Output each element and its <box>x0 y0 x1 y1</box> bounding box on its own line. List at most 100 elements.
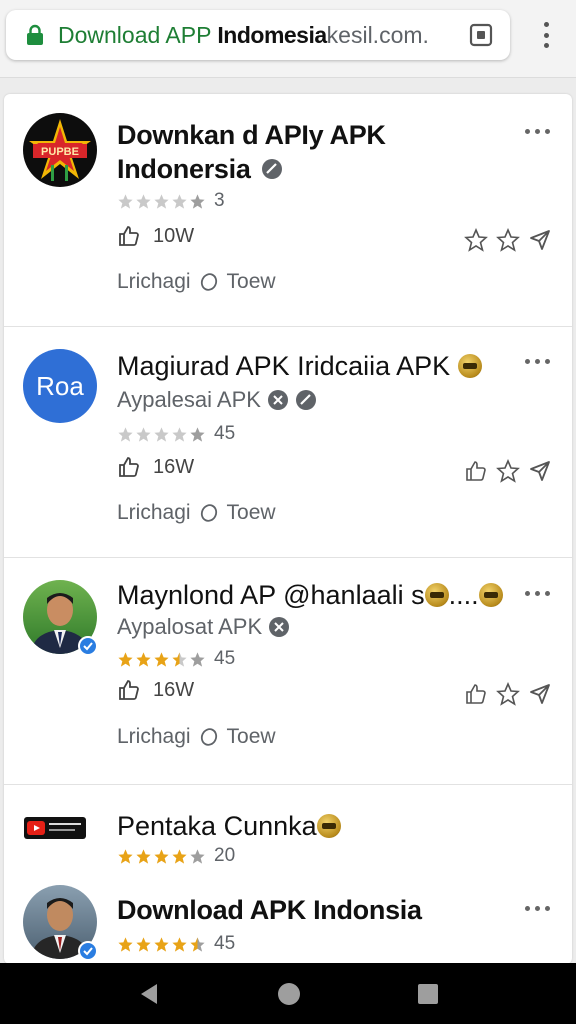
rating-star-icon <box>154 426 169 442</box>
rating-star-icon <box>190 848 205 864</box>
rating-star-icon <box>136 426 151 442</box>
url-text[interactable]: Download APP Indomesiakesil.com. <box>58 22 460 49</box>
comment-icon[interactable] <box>199 272 219 292</box>
like-icon[interactable] <box>117 224 141 248</box>
item-title-line2-text: Indonersia <box>117 154 251 184</box>
rating-star-icon <box>172 848 187 864</box>
meta-row: Lrichagi Toew <box>117 270 276 294</box>
rating-count: 45 <box>214 933 236 954</box>
thumbs-up-outline-icon[interactable] <box>464 682 488 706</box>
rating-star-icon <box>136 936 151 952</box>
rating-star-icon <box>190 651 205 667</box>
list-item[interactable]: Download APK Indonsia 45 <box>4 871 572 964</box>
meta-left: Lrichagi <box>117 270 191 293</box>
list-item[interactable]: Roa Magiurad APK Iridcaiia APK Aypalesai… <box>4 327 572 558</box>
action-icons <box>464 459 552 483</box>
rating-star-icon <box>154 936 169 952</box>
rating-star-icon <box>190 193 205 209</box>
star-outline-icon[interactable] <box>496 682 520 706</box>
verified-icon <box>269 617 290 637</box>
list-item[interactable]: PUPBE Downkan d APIy APK Indonersia 3 10… <box>4 94 572 327</box>
likes-count: 16W <box>153 678 195 701</box>
badge-icon <box>78 636 98 656</box>
item-title[interactable]: Pentaka Cunnka <box>117 809 341 843</box>
thumbs-up-outline-icon[interactable] <box>464 459 488 483</box>
rating-star-icon <box>118 426 133 442</box>
like-icon[interactable] <box>117 455 141 479</box>
item-subtitle: Aypalesai APK <box>117 387 317 413</box>
item-title[interactable]: Downkan d APIy APK <box>117 118 386 152</box>
emoji-icon <box>478 583 503 607</box>
rating-row: 20 <box>117 845 235 867</box>
like-icon[interactable] <box>117 678 141 702</box>
stars <box>117 193 206 210</box>
system-nav-bar <box>0 963 576 1024</box>
rating-star-icon <box>154 651 169 667</box>
item-title[interactable]: Magiurad APK Iridcaiia APK <box>117 349 482 383</box>
avatar-text: Roa <box>36 370 84 401</box>
rating-row: 45 <box>117 648 235 670</box>
youtube-logo-icon <box>24 817 86 839</box>
results-list: PUPBE Downkan d APIy APK Indonersia 3 10… <box>4 94 572 964</box>
rating-star-icon <box>154 193 169 209</box>
more-options-icon[interactable] <box>525 359 550 364</box>
recents-icon[interactable] <box>417 983 439 1005</box>
tab-switcher-icon[interactable] <box>468 22 494 48</box>
meta-right: Toew <box>226 725 276 748</box>
rating-count: 45 <box>214 648 236 669</box>
rating-star-icon <box>118 193 133 209</box>
rating-count: 3 <box>214 190 225 211</box>
star-outline-icon[interactable] <box>496 459 520 483</box>
rating-star-icon <box>190 426 205 442</box>
more-options-icon[interactable] <box>525 591 550 596</box>
likes-count: 16W <box>153 455 195 478</box>
rating-star-icon <box>172 936 187 952</box>
verified-icon <box>295 390 316 410</box>
stars <box>117 651 206 668</box>
badge-icon <box>78 941 98 961</box>
share-icon[interactable] <box>528 682 552 706</box>
rating-count: 20 <box>214 845 236 866</box>
emoji-icon <box>316 814 341 838</box>
home-icon[interactable] <box>276 981 302 1007</box>
rating-star-icon <box>154 848 169 864</box>
star-outline-icon[interactable] <box>496 228 520 252</box>
action-icons <box>464 228 552 252</box>
verified-icon <box>261 159 282 179</box>
comment-icon[interactable] <box>199 727 219 747</box>
item-subtitle-text: Aypalesai APK <box>117 387 261 412</box>
rating-star-icon <box>136 848 151 864</box>
meta-left: Lrichagi <box>117 725 191 748</box>
more-options-icon[interactable] <box>525 129 550 134</box>
action-icons <box>464 682 552 706</box>
list-item[interactable]: Maynlond AP @hanlaali s.... Aypalosat AP… <box>4 558 572 785</box>
item-title-line2[interactable]: Indonersia <box>117 152 283 186</box>
meta-row: Lrichagi Toew <box>117 501 276 525</box>
likes-count: 10W <box>153 224 195 247</box>
star-outline-icon[interactable] <box>464 228 488 252</box>
more-options-icon[interactable] <box>525 906 550 911</box>
rating-star-icon <box>136 651 151 667</box>
rating-star-icon <box>118 848 133 864</box>
stats-row: 16W <box>117 678 194 702</box>
list-item[interactable]: Pentaka Cunnka 20 <box>4 785 572 871</box>
item-title[interactable]: Download APK Indonsia <box>117 893 422 927</box>
verified-icon <box>267 390 288 410</box>
back-icon[interactable] <box>137 982 161 1006</box>
url-part-green: Download APP <box>58 21 212 48</box>
meta-right: Toew <box>226 501 276 524</box>
rating-count: 45 <box>214 423 236 444</box>
address-bar[interactable]: Download APP Indomesiakesil.com. <box>6 10 510 60</box>
rating-row: 45 <box>117 933 235 955</box>
item-title-text: Magiurad APK Iridcaiia APK <box>117 351 451 381</box>
item-title[interactable]: Maynlond AP @hanlaali s.... <box>117 578 503 612</box>
comment-icon[interactable] <box>199 503 219 523</box>
share-icon[interactable] <box>528 228 552 252</box>
stats-row: 16W <box>117 455 194 479</box>
url-part-rest: kesil.com. <box>326 21 429 48</box>
share-icon[interactable] <box>528 459 552 483</box>
rating-star-icon <box>136 193 151 209</box>
stars <box>117 936 206 953</box>
browser-toolbar: Download APP Indomesiakesil.com. <box>0 0 576 78</box>
vertical-more-icon[interactable] <box>532 18 560 52</box>
